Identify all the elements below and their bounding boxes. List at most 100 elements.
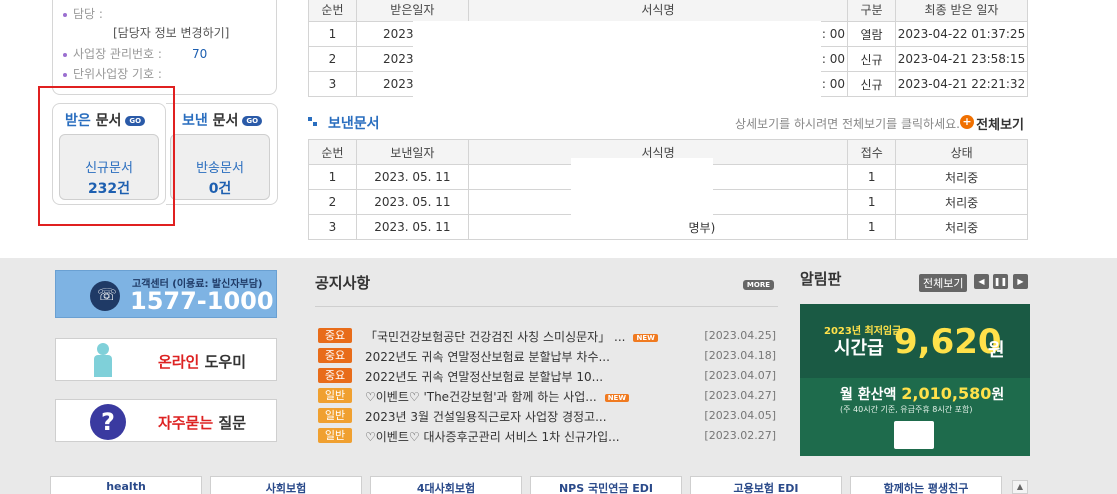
returned-docs-label: 반송문서: [196, 161, 244, 176]
row-recv: 1: [847, 164, 897, 190]
unit-row: 단위사업장 기호 :: [63, 65, 162, 82]
row-form[interactable]: 명부): [467, 214, 849, 240]
list-item[interactable]: 일반 ♡이벤트♡ 대사증후군관리 서비스 1차 신규가입... [2023.02…: [315, 428, 780, 444]
notice-date: [2023.04.07]: [704, 369, 776, 382]
partner-logo[interactable]: NPS 국민연금 EDI: [530, 476, 682, 494]
go-button[interactable]: GO: [242, 116, 263, 126]
view-all-link[interactable]: 전체보기: [976, 114, 1024, 133]
banner-note: (주 40시간 기준, 유급주휴 8시간 포함): [840, 405, 973, 414]
notice-text[interactable]: 2023년 3월 건설일용직근로자 사업장 경정고...: [365, 408, 607, 425]
redaction-mask: [413, 21, 821, 97]
online-helper-text: 온라인 도우미: [158, 351, 246, 372]
divider: [315, 306, 778, 307]
notice-text[interactable]: 2022년도 귀속 연말정산보험료 분할납부 10...: [365, 368, 603, 385]
scroll-up-icon[interactable]: ▲: [1012, 480, 1028, 494]
helper-person-icon: [90, 343, 116, 377]
important-tag: 중요: [318, 348, 352, 363]
row-no: 3: [308, 214, 357, 240]
highlight-box: [38, 86, 175, 226]
more-button[interactable]: MORE: [742, 280, 774, 290]
banner-won: 원: [988, 340, 1005, 361]
row-no: 2: [308, 189, 357, 215]
notice-text[interactable]: ♡이벤트♡ 'The건강보험'과 함께 하는 사업... NEW: [365, 388, 630, 405]
list-item[interactable]: 중요 2022년도 귀속 연말정산보험료 분할납부 10... [2023.04…: [315, 368, 780, 384]
biz-no-row: 사업장 관리번호 : 70: [63, 45, 207, 62]
banner-hourly: 시간급: [834, 338, 884, 359]
list-item[interactable]: 일반 ♡이벤트♡ 'The건강보험'과 함께 하는 사업... NEW [2023…: [315, 388, 780, 404]
notice-text-label: ♡이벤트♡ 'The건강보험'과 함께 하는 사업...: [365, 390, 597, 404]
pause-icon[interactable]: ❚❚: [993, 274, 1008, 289]
bullet-icon: [63, 72, 67, 77]
new-badge: NEW: [604, 393, 630, 402]
notice-title: 공지사항: [315, 274, 371, 292]
partner-logo[interactable]: health: [50, 476, 202, 494]
row-no: 3: [308, 71, 357, 97]
list-item[interactable]: 중요 「국민건강보험공단 건강검진 사칭 스미싱문자」 ... NEW [2023…: [315, 328, 780, 344]
next-icon[interactable]: ▶: [1013, 274, 1028, 289]
plus-icon[interactable]: +: [960, 115, 974, 129]
row-date: 2023. 05. 11: [355, 164, 469, 190]
notice-text[interactable]: 「국민건강보험공단 건강검진 사칭 스미싱문자」 ... NEW: [365, 328, 658, 345]
notice-date: [2023.04.25]: [704, 329, 776, 342]
online-helper-button[interactable]: 온라인 도우미: [55, 338, 277, 381]
min-wage-banner[interactable]: 2023년 최저임금 시간급 9,620 원 월 환산액 2,010,580원 …: [800, 304, 1030, 456]
callcenter-number: 1577-1000: [130, 287, 274, 315]
biz-no-value: 70: [191, 47, 208, 61]
row-no: 1: [308, 164, 357, 190]
notice-text-label: 「국민건강보험공단 건강검진 사칭 스미싱문자」 ...: [365, 330, 626, 344]
col-header: 구분: [847, 0, 896, 22]
col-header: 접수: [847, 139, 897, 165]
row-recv: 1: [847, 189, 897, 215]
prev-icon[interactable]: ◀: [974, 274, 989, 289]
table-row[interactable]: 3 2023. 05. 11 명부) 1 처리중: [308, 214, 1028, 240]
general-tag: 일반: [318, 408, 352, 423]
banner-amount: 9,620: [894, 322, 1002, 362]
banner-logo: [894, 421, 934, 449]
new-badge: NEW: [633, 333, 658, 342]
row-last-date: 2023-04-21 23:58:15: [894, 46, 1029, 72]
manager-row: 담당 :: [63, 5, 103, 22]
redaction-mask: [571, 158, 713, 215]
sent-docs-title[interactable]: 보낸 문서 GO: [182, 110, 263, 130]
partner-logo[interactable]: 고용보험 EDI: [690, 476, 842, 494]
partner-logo[interactable]: 사회보험: [210, 476, 362, 494]
row-status: 처리중: [895, 164, 1028, 190]
partner-logo[interactable]: 4대사회보험: [370, 476, 522, 494]
row-status: 처리중: [895, 189, 1028, 215]
sent-title-a: 보낸: [182, 113, 208, 129]
manager-info-box: 담당 : [담당자 정보 변경하기] 사업장 관리번호 : 70 단위사업장 기호…: [52, 0, 277, 95]
row-date: 2023. 05. 11: [355, 214, 469, 240]
callcenter-banner[interactable]: 고객센터 (이용료: 발신자부담) 1577-1000: [55, 270, 277, 318]
row-recv: 1: [847, 214, 897, 240]
row-no: 2: [308, 46, 357, 72]
monthly-amount: 2,010,580: [901, 384, 992, 403]
general-tag: 일반: [318, 388, 352, 403]
col-header: 보낸일자: [355, 139, 469, 165]
change-manager-link[interactable]: [담당자 정보 변경하기]: [113, 24, 229, 41]
alarm-view-all-button[interactable]: 전체보기: [919, 274, 968, 292]
important-tag: 중요: [318, 368, 352, 383]
row-last-date: 2023-04-21 22:21:32: [894, 71, 1029, 97]
partner-logo[interactable]: 함께하는 평생친구: [850, 476, 1002, 494]
partner-logos: health 사회보험 4대사회보험 NPS 국민연금 EDI 고용보험 EDI…: [50, 476, 1010, 494]
biz-no-label: 사업장 관리번호 :: [73, 47, 162, 61]
col-header: 순번: [308, 0, 357, 22]
list-item[interactable]: 중요 2022년도 귀속 연말정산보험료 분할납부 차수... [2023.04…: [315, 348, 780, 364]
table-header-row: 순번 받은일자 서식명 구분 최종 받은 일자: [308, 0, 1029, 22]
sent-section-hint: 상세보기를 하시려면 전체보기를 클릭하세요.: [734, 117, 960, 131]
faq-red: 자주묻는: [157, 414, 214, 432]
col-header: 서식명: [467, 0, 849, 22]
list-item[interactable]: 일반 2023년 3월 건설일용직근로자 사업장 경정고... [2023.04…: [315, 408, 780, 424]
faq-black: 질문: [218, 414, 246, 432]
notice-text[interactable]: 2022년도 귀속 연말정산보험료 분할납부 차수...: [365, 348, 610, 365]
monthly-won: 원: [991, 387, 1005, 403]
col-header: 순번: [308, 139, 357, 165]
notice-text[interactable]: ♡이벤트♡ 대사증후군관리 서비스 1차 신규가입...: [365, 428, 620, 445]
sent-docs-card: 보낸 문서 GO 반송문서 0건: [166, 103, 278, 205]
row-date: 2023. 05. 11: [355, 189, 469, 215]
faq-text: 자주묻는 질문: [158, 412, 246, 433]
section-bullet-icon: [308, 117, 318, 127]
row-type: 신규: [847, 71, 896, 97]
returned-docs-box[interactable]: 반송문서 0건: [170, 134, 270, 200]
faq-button[interactable]: ? 자주묻는 질문: [55, 399, 277, 442]
